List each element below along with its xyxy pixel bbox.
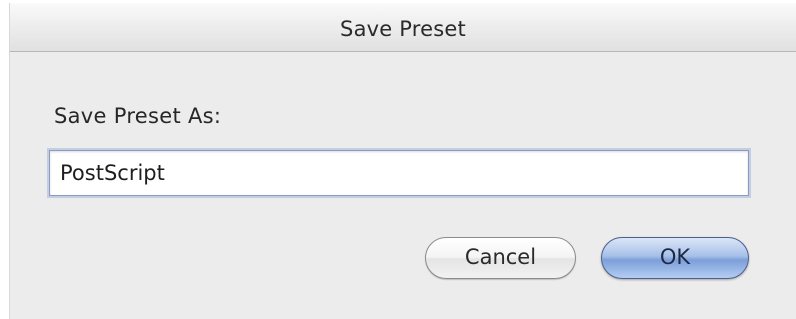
title-bar[interactable]: Save Preset xyxy=(10,3,796,52)
save-preset-as-label: Save Preset As: xyxy=(54,104,222,128)
ok-button[interactable]: OK xyxy=(601,237,749,279)
save-preset-dialog: Save Preset Save Preset As: Cancel OK xyxy=(10,3,796,319)
cancel-button[interactable]: Cancel xyxy=(425,237,576,279)
preset-name-input[interactable] xyxy=(47,148,751,198)
dialog-title: Save Preset xyxy=(340,17,466,41)
